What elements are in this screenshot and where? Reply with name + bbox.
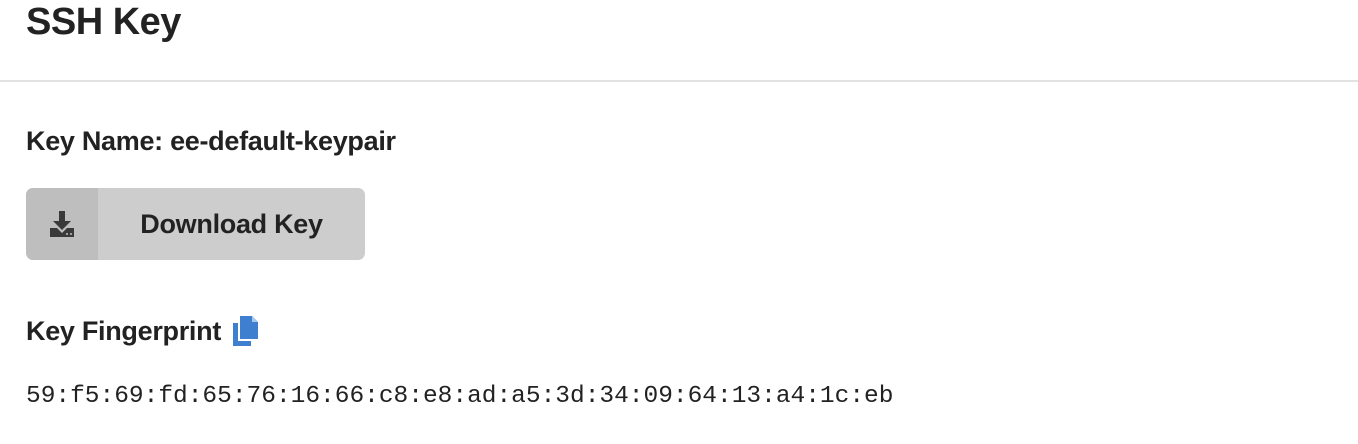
fingerprint-heading: Key Fingerprint bbox=[26, 312, 259, 350]
fingerprint-value: 59:f5:69:fd:65:76:16:66:c8:e8:ad:a5:3d:3… bbox=[26, 383, 894, 410]
download-key-button[interactable]: Download Key bbox=[26, 188, 365, 260]
download-icon bbox=[50, 211, 74, 237]
copy-icon[interactable] bbox=[231, 315, 259, 347]
header-divider bbox=[0, 80, 1358, 82]
page-title: SSH Key bbox=[26, 1, 181, 43]
key-name-label: Key Name: ee-default-keypair bbox=[26, 126, 396, 156]
fingerprint-heading-text: Key Fingerprint bbox=[26, 316, 222, 346]
download-icon-cell bbox=[26, 188, 98, 260]
download-key-label: Download Key bbox=[140, 208, 323, 239]
